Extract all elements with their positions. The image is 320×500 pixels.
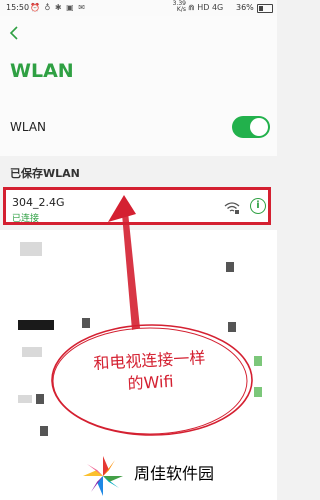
network-status: 已连接: [12, 214, 40, 224]
info-icon[interactable]: i: [250, 198, 266, 214]
blurred-network-icon: [228, 322, 236, 332]
saved-networks-heading: 已保存WLAN: [10, 167, 80, 180]
brand-logo-icon: [83, 456, 123, 496]
blurred-network-name: [20, 242, 42, 256]
saved-network-item[interactable]: 304_2.4G 已连接 i: [3, 187, 271, 225]
wifi-lock-icon: [224, 200, 240, 214]
blurred-network-name: [22, 347, 42, 357]
wlan-toggle-switch[interactable]: [232, 116, 270, 138]
battery-icon: [257, 4, 273, 13]
page-title: WLAN: [10, 60, 74, 82]
annotation-text: 和电视连接一样 的Wifi: [59, 345, 241, 398]
blurred-network-icon: [254, 387, 262, 397]
blurred-network-icon: [254, 356, 262, 366]
blurred-network-name: [82, 318, 90, 328]
chevron-left-icon[interactable]: [8, 24, 20, 42]
watermark-brand: 周佳软件园: [134, 464, 215, 483]
network-ssid: 304_2.4G: [12, 196, 65, 209]
blurred-network-name: [18, 395, 32, 403]
status-bar: 15:50 ⏰ ♁ ✱ ▣ ✉ 3.39 K/s ⋒ HD 4G 36%: [0, 0, 277, 16]
wlan-toggle-label: WLAN: [10, 120, 47, 134]
network-speed: 3.39 K/s: [172, 0, 186, 13]
blurred-network-name: [18, 320, 54, 330]
battery-percent: 36%: [236, 3, 254, 12]
blurred-network-name: [36, 394, 44, 404]
blurred-network-name: [40, 426, 48, 436]
status-time: 15:50: [6, 3, 30, 12]
signal-icons: ⋒ HD 4G: [188, 3, 224, 12]
toggle-knob: [250, 118, 268, 136]
blurred-network-icon: [226, 262, 234, 272]
status-notification-icons: ⏰ ♁ ✱ ▣ ✉: [30, 3, 86, 12]
